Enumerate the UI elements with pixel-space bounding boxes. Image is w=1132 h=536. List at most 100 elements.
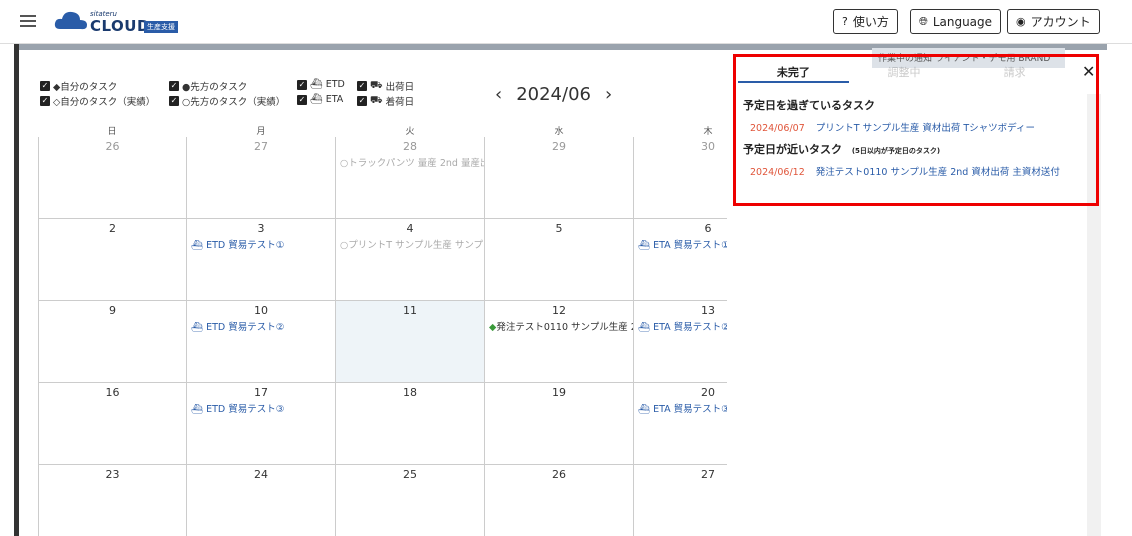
month-navigation: ‹ 2024/06 ›: [495, 84, 612, 105]
event-label: ETA 貿易テスト②: [653, 322, 727, 333]
dow-label: 日: [107, 127, 117, 137]
day-number: 6: [704, 222, 712, 235]
calendar-day-cell[interactable]: 11: [336, 301, 485, 383]
menu-icon[interactable]: [20, 15, 36, 30]
event-label: ETD 貿易テスト①: [206, 240, 285, 251]
top-bar: sitateru CLOUD 生産支援 ? 使い方 🌐︎ Language ◉ …: [0, 0, 1132, 44]
filter-label: ●先方のタスク: [182, 82, 248, 93]
calendar-day-cell[interactable]: 24: [187, 465, 336, 536]
calendar-day-cell[interactable]: 26: [485, 465, 634, 536]
filter-label: ETA: [325, 94, 344, 105]
filter-my-task[interactable]: ✓ ◆自分のタスク: [40, 79, 117, 93]
filter-label: ◆自分のタスク: [53, 82, 118, 93]
event-label: ETD 貿易テスト②: [206, 322, 285, 333]
filter-my-task-done[interactable]: ✓ ◇自分のタスク（実績）: [40, 94, 155, 108]
calendar-event[interactable]: ⛴ ETD 貿易テスト③: [187, 401, 335, 415]
filter-their-task[interactable]: ✓ ●先方のタスク: [169, 79, 247, 93]
filter-arrive[interactable]: ✓ ⛟ 着荷日: [357, 94, 414, 108]
filter-their-task-done[interactable]: ✓ ○先方のタスク（実績）: [169, 94, 285, 108]
event-label: ○プリントT サンプル生産 サンプ: [340, 240, 484, 251]
filter-ship[interactable]: ✓ ⛟ 出荷日: [357, 79, 414, 93]
checkbox-icon: ✓: [357, 81, 367, 91]
calendar-event[interactable]: ⛴ ETA 貿易テスト①: [634, 237, 727, 251]
filter-label: ETD: [325, 79, 345, 90]
day-number: 29: [552, 140, 566, 153]
calendar-day-cell[interactable]: 4 ○プリントT サンプル生産 サンプ: [336, 219, 485, 301]
filter-label: 出荷日: [385, 82, 415, 93]
logo-tag: 生産支援: [144, 21, 178, 33]
filter-label: 着荷日: [385, 97, 415, 108]
dow-label: 月: [256, 127, 266, 137]
calendar-day-cell[interactable]: 20 ⛴ ETA 貿易テスト③: [634, 383, 727, 465]
checkbox-icon: ✓: [40, 81, 50, 91]
globe-icon: 🌐︎: [919, 14, 928, 28]
calendar-day-cell[interactable]: 25: [336, 465, 485, 536]
day-number: 27: [254, 140, 268, 153]
calendar-event[interactable]: ◆発注テスト0110 サンプル生産 2: [485, 319, 633, 333]
calendar-day-cell[interactable]: 12 ◆発注テスト0110 サンプル生産 2: [485, 301, 634, 383]
calendar-day-cell[interactable]: 19: [485, 383, 634, 465]
checkbox-icon: ✓: [357, 96, 367, 106]
calendar-day-cell[interactable]: 13 ⛴ ETA 貿易テスト②: [634, 301, 727, 383]
calendar-day-cell[interactable]: 23: [38, 465, 187, 536]
user-icon: ◉: [1016, 15, 1026, 28]
calendar-day-cell[interactable]: 9: [38, 301, 187, 383]
day-number: 23: [105, 468, 120, 481]
calendar-day-cell[interactable]: 30: [634, 137, 727, 219]
calendar-day-cell[interactable]: 5: [485, 219, 634, 301]
day-number: 24: [254, 468, 268, 481]
day-number: 28: [403, 140, 417, 153]
day-number: 12: [552, 304, 566, 317]
day-number: 26: [552, 468, 566, 481]
checkbox-icon: ✓: [297, 94, 307, 105]
day-number: 10: [254, 304, 268, 317]
ship-icon: ⛴: [638, 404, 654, 415]
highlight-box: [733, 54, 1099, 206]
dow-label: 火: [405, 127, 415, 137]
ship-icon: ⛴: [191, 240, 207, 251]
day-number: 27: [701, 468, 715, 481]
calendar-event[interactable]: ○トラックパンツ 量産 2nd 量産出: [336, 155, 484, 169]
calendar-day-cell[interactable]: 16: [38, 383, 187, 465]
month-title: 2024/06: [516, 84, 591, 105]
account-label: アカウント: [1030, 15, 1091, 29]
calendar-day-cell[interactable]: 27: [634, 465, 727, 536]
calendar-event[interactable]: ○プリントT サンプル生産 サンプ: [336, 237, 484, 251]
day-number: 2: [109, 222, 116, 235]
filter-etd[interactable]: ✓ ⛴ ETD: [297, 79, 345, 90]
day-number: 3: [257, 222, 265, 235]
calendar-day-cell[interactable]: 27: [187, 137, 336, 219]
day-number: 16: [105, 386, 120, 399]
day-number: 17: [254, 386, 268, 399]
calendar-day-cell[interactable]: 6 ⛴ ETA 貿易テスト①: [634, 219, 727, 301]
calendar-day-cell[interactable]: 29: [485, 137, 634, 219]
calendar-day-cell[interactable]: 2: [38, 219, 187, 301]
checkbox-icon: ✓: [169, 81, 179, 91]
filter-eta[interactable]: ✓ ⛴ ETA: [297, 94, 343, 105]
chevron-right-icon[interactable]: ›: [605, 84, 612, 105]
language-button[interactable]: 🌐︎ Language: [910, 9, 1002, 34]
calendar-day-cell[interactable]: 26: [38, 137, 187, 219]
calendar-event[interactable]: ⛴ ETD 貿易テスト②: [187, 319, 335, 333]
day-number: 11: [403, 304, 417, 317]
ship-icon: ⛴: [191, 404, 207, 415]
ship-icon: ⛴: [310, 94, 323, 105]
calendar-day-cell[interactable]: 17 ⛴ ETD 貿易テスト③: [187, 383, 336, 465]
help-button[interactable]: ? 使い方: [833, 9, 898, 34]
day-number: 20: [701, 386, 715, 399]
day-number: 30: [701, 140, 715, 153]
calendar-day-cell[interactable]: 18: [336, 383, 485, 465]
account-button[interactable]: ◉ アカウント: [1007, 9, 1100, 34]
event-label: ETA 貿易テスト①: [653, 240, 727, 251]
day-number: 5: [555, 222, 563, 235]
calendar-grid: 26 27 28 ○トラックパンツ 量産 2nd 量産出 29 30 2 3 ⛴ ETD 貿易テ…: [38, 137, 727, 536]
calendar-event[interactable]: ⛴ ETA 貿易テスト②: [634, 319, 727, 333]
calendar-event[interactable]: ⛴ ETD 貿易テスト①: [187, 237, 335, 251]
calendar-day-cell[interactable]: 28 ○トラックパンツ 量産 2nd 量産出: [336, 137, 485, 219]
chevron-left-icon[interactable]: ‹: [495, 84, 502, 105]
calendar-day-cell[interactable]: 3 ⛴ ETD 貿易テスト①: [187, 219, 336, 301]
calendar-event[interactable]: ⛴ ETA 貿易テスト③: [634, 401, 727, 415]
calendar-day-cell[interactable]: 10 ⛴ ETD 貿易テスト②: [187, 301, 336, 383]
logo[interactable]: sitateru CLOUD 生産支援: [54, 9, 184, 35]
day-number: 18: [403, 386, 417, 399]
